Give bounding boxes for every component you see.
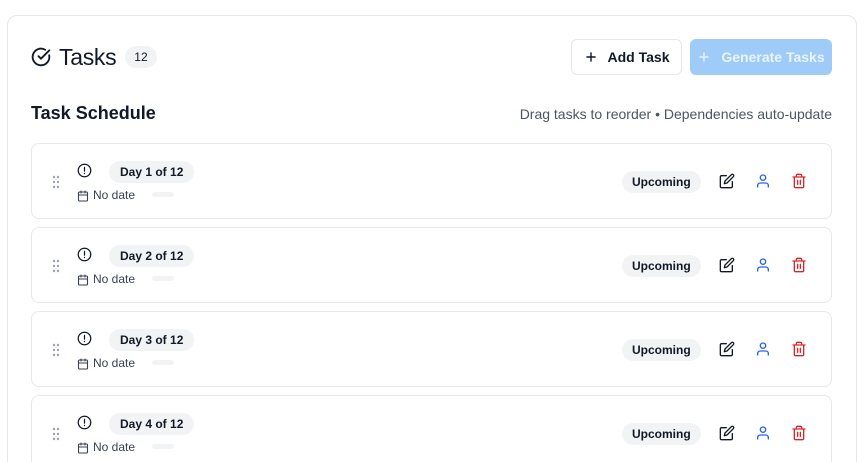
schedule-title: Task Schedule [31,103,156,123]
page-title: Tasks [59,43,117,70]
title-wrap: Tasks 12 [31,39,157,75]
grip-vertical-icon[interactable] [52,259,60,273]
edit-icon[interactable] [718,256,736,274]
trash-icon[interactable] [790,424,808,442]
day-badge: Day 3 of 12 [109,329,195,351]
user-icon[interactable] [754,256,772,274]
status-badge: Upcoming [622,339,701,361]
task-date: No date [93,272,136,286]
task-row[interactable]: Day 4 of 12 No date Upcoming [31,395,832,462]
placeholder-bar [152,360,174,365]
user-icon[interactable] [754,424,772,442]
alert-circle-icon [77,331,92,346]
trash-icon[interactable] [790,172,808,190]
calendar-icon [77,273,89,286]
status-badge: Upcoming [622,255,701,277]
alert-circle-icon [77,415,92,430]
user-icon[interactable] [754,340,772,358]
placeholder-bar [152,276,174,281]
placeholder-bar [152,192,174,197]
add-task-button[interactable]: Add Task [571,39,682,75]
trash-icon[interactable] [790,340,808,358]
plus-icon [584,50,598,64]
day-badge: Day 2 of 12 [109,245,195,267]
day-badge: Day 4 of 12 [109,413,195,435]
calendar-icon [77,189,89,202]
grip-vertical-icon[interactable] [52,343,60,357]
generate-tasks-button[interactable]: Generate Tasks [690,39,832,75]
task-date: No date [93,440,136,454]
task-count-badge: 12 [125,46,157,68]
calendar-icon [77,357,89,370]
generate-tasks-label: Generate Tasks [721,49,825,65]
status-badge: Upcoming [622,423,701,445]
edit-icon[interactable] [718,172,736,190]
circle-check-icon [31,47,51,67]
edit-icon[interactable] [718,340,736,358]
task-date: No date [93,188,136,202]
alert-circle-icon [77,163,92,178]
placeholder-bar [152,444,174,449]
task-row[interactable]: Day 1 of 12 No date Upcoming [31,143,832,219]
user-icon[interactable] [754,172,772,190]
plus-icon [697,50,711,64]
grip-vertical-icon[interactable] [52,175,60,189]
task-date: No date [93,356,136,370]
schedule-hint: Drag tasks to reorder • Dependencies aut… [519,106,832,122]
status-badge: Upcoming [622,171,701,193]
add-task-label: Add Task [607,49,670,65]
task-row[interactable]: Day 2 of 12 No date Upcoming [31,227,832,303]
calendar-icon [77,441,89,454]
trash-icon[interactable] [790,256,808,274]
edit-icon[interactable] [718,424,736,442]
task-row[interactable]: Day 3 of 12 No date Upcoming [31,311,832,387]
grip-vertical-icon[interactable] [52,427,60,441]
day-badge: Day 1 of 12 [109,161,195,183]
alert-circle-icon [77,247,92,262]
